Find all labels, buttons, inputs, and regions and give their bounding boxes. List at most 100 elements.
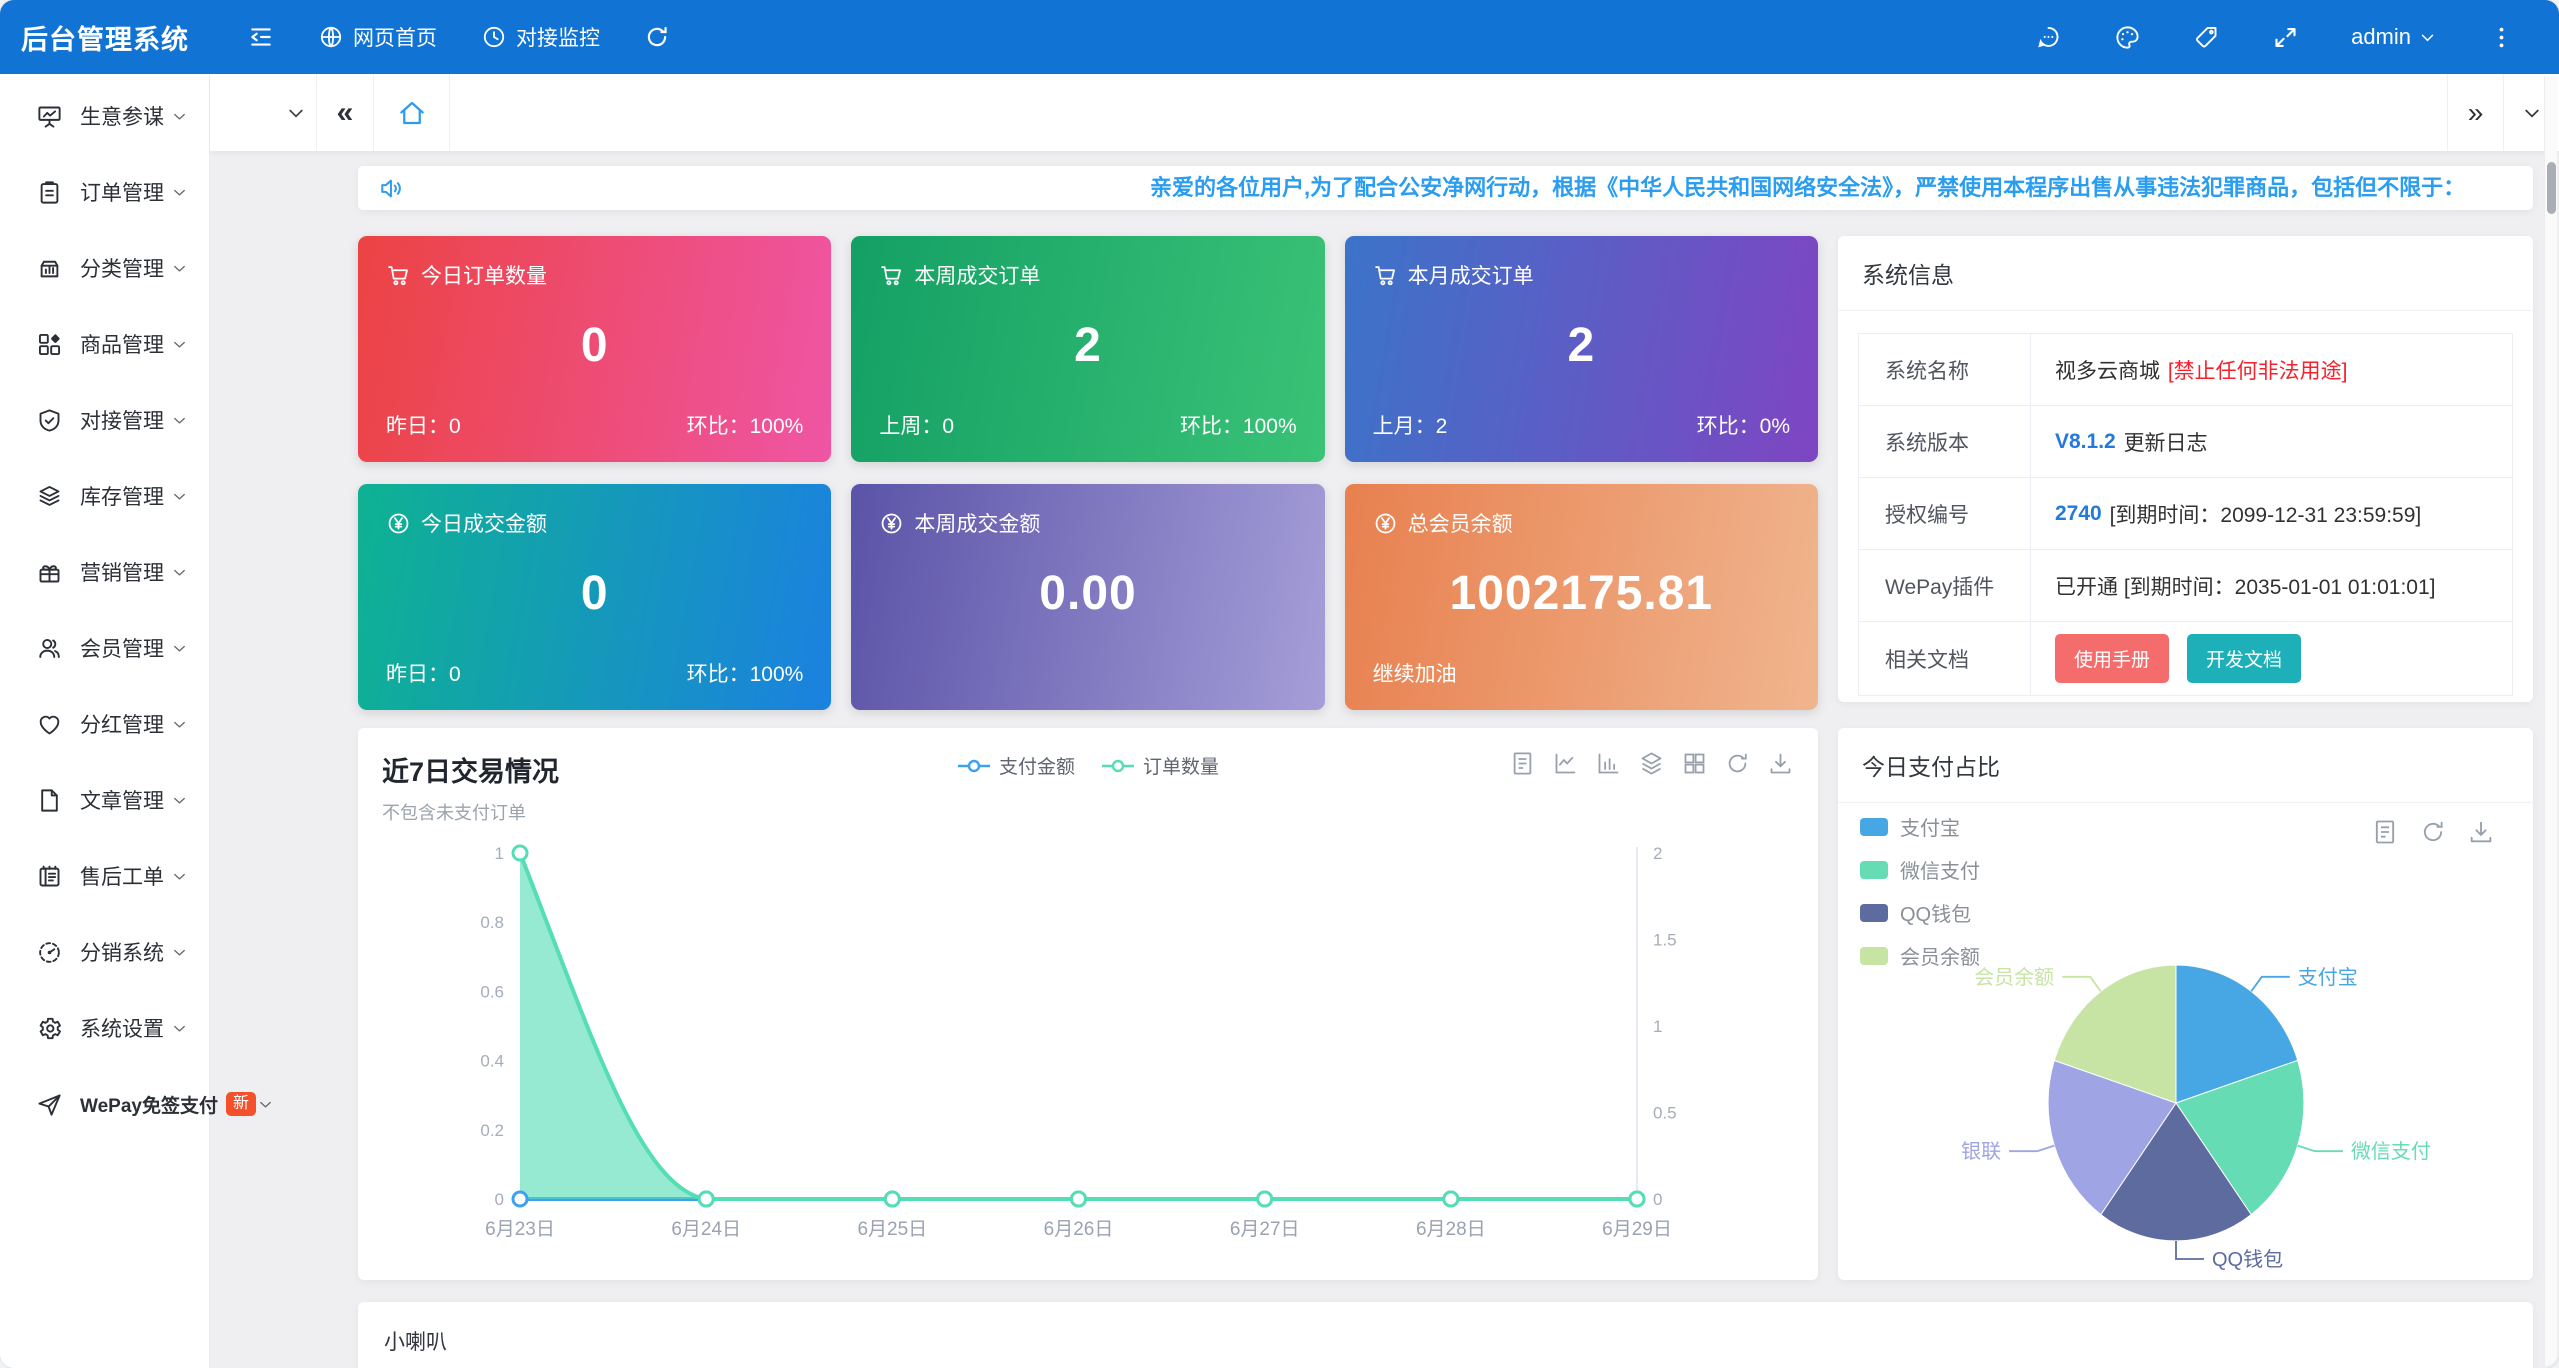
sidebar: 生意参谋订单管理分类管理商品管理对接管理库存管理营销管理会员管理分红管理文章管理… (0, 74, 210, 1368)
stack-icon[interactable] (1638, 750, 1665, 777)
kebab-menu-icon[interactable] (2488, 24, 2515, 51)
yen-icon (1373, 511, 1398, 536)
system-info-value: V8.1.2 更新日志 (2031, 415, 2218, 469)
svg-text:0.8: 0.8 (480, 913, 504, 932)
sidebar-item-business-advisor[interactable]: 生意参谋 (0, 78, 209, 154)
tab-options-button[interactable] (276, 74, 316, 151)
system-info-row: 系统版本V8.1.2 更新日志 (1859, 406, 2512, 478)
sidebar-item-category-management[interactable]: 分类管理 (0, 230, 209, 306)
pie-legend-item[interactable]: 微信支付 (1860, 855, 1980, 884)
line-chart-icon[interactable] (1552, 750, 1579, 777)
data-view-icon[interactable] (1509, 750, 1536, 777)
refresh-button[interactable] (644, 24, 670, 50)
stat-card-footer-left: 上月：2 (1373, 410, 1448, 440)
header-left-nav: 网页首页 对接监控 (248, 22, 670, 52)
system-info-label: 系统版本 (1859, 406, 2031, 477)
pie-legend-item[interactable]: 会员余额 (1860, 941, 1980, 970)
scroll-tabs-left-button[interactable]: « (316, 74, 374, 151)
chevron-down-icon (170, 1019, 189, 1038)
svg-text:6月23日: 6月23日 (485, 1219, 555, 1240)
legend-label: 微信支付 (1900, 855, 1980, 884)
chart-title-block: 近7日交易情况 不包含未支付订单 (382, 750, 559, 825)
pie-legend-item[interactable]: 支付宝 (1860, 812, 1980, 841)
stat-card-4: 今日成交金额0昨日：0环比：100% (358, 484, 831, 710)
sidebar-item-wepay-payment[interactable]: WePay免签支付新 (0, 1066, 209, 1142)
stat-card-title: 总会员余额 (1408, 508, 1513, 538)
stat-card-6: 总会员余额1002175.81继续加油 (1345, 484, 1818, 710)
restore-icon[interactable] (1724, 750, 1751, 777)
system-info-value-segment: 视多云商城 (2055, 355, 2166, 385)
system-info-card: 系统信息 系统名称视多云商城 [禁止任何非法用途]系统版本V8.1.2 更新日志… (1838, 236, 2533, 702)
gauge-icon (36, 939, 63, 966)
sidebar-item-label: 库存管理 (80, 481, 164, 511)
fullscreen-icon[interactable] (2272, 24, 2299, 51)
sidebar-item-inventory-management[interactable]: 库存管理 (0, 458, 209, 534)
sidebar-item-label: 对接管理 (80, 405, 164, 435)
chart-toolbox (1509, 750, 1794, 777)
svg-text:1: 1 (495, 844, 504, 863)
speaker-icon (378, 175, 405, 202)
scrollbar-thumb[interactable] (2547, 162, 2556, 214)
download-icon[interactable] (2467, 818, 2495, 846)
doc-button-manual[interactable]: 使用手册 (2055, 634, 2169, 683)
nav-api-monitor[interactable]: 对接监控 (481, 22, 600, 52)
nav-site-home[interactable]: 网页首页 (318, 22, 437, 52)
sidebar-item-after-sales-ticket[interactable]: 售后工单 (0, 838, 209, 914)
bar-chart-icon[interactable] (1595, 750, 1622, 777)
message-icon[interactable] (2035, 24, 2062, 51)
user-name: admin (2351, 24, 2411, 50)
svg-text:银联: 银联 (1961, 1140, 2001, 1163)
pie-legend-item[interactable]: QQ钱包 (1860, 898, 1980, 927)
download-icon[interactable] (1767, 750, 1794, 777)
sidebar-item-marketing-management[interactable]: 营销管理 (0, 534, 209, 610)
stat-card-header: 今日订单数量 (386, 260, 803, 290)
sidebar-item-article-management[interactable]: 文章管理 (0, 762, 209, 838)
system-info-row: 授权编号2740 [到期时间：2099-12-31 23:59:59] (1859, 478, 2512, 550)
svg-text:QQ钱包: QQ钱包 (2212, 1248, 2283, 1271)
sidebar-item-system-settings[interactable]: 系统设置 (0, 990, 209, 1066)
sidebar-item-label: 售后工单 (80, 861, 164, 891)
legend-item-payment-amount[interactable]: 支付金额 (957, 752, 1075, 779)
stat-card-header: 今日成交金额 (386, 508, 803, 538)
svg-text:6月26日: 6月26日 (1044, 1219, 1114, 1240)
tab-home[interactable] (374, 74, 450, 151)
paper-plane-icon (36, 1091, 63, 1118)
chevron-down-icon (170, 487, 189, 506)
restore-icon[interactable] (2419, 818, 2447, 846)
user-menu[interactable]: admin (2351, 24, 2436, 50)
scroll-tabs-right-button[interactable]: » (2447, 74, 2503, 151)
data-view-icon[interactable] (2371, 818, 2399, 846)
pie-toolbox (2371, 818, 2495, 846)
chevron-down-icon (170, 563, 189, 582)
svg-text:6月24日: 6月24日 (671, 1219, 741, 1240)
sidebar-item-label: 营销管理 (80, 557, 164, 587)
sidebar-item-product-management[interactable]: 商品管理 (0, 306, 209, 382)
stat-cards: 今日订单数量0昨日：0环比：100%本周成交订单2上周：0环比：100%本月成交… (358, 236, 1818, 710)
sidebar-item-integration-management[interactable]: 对接管理 (0, 382, 209, 458)
chevron-down-icon (170, 335, 189, 354)
legend-swatch (1860, 818, 1888, 836)
right-column: 系统信息 系统名称视多云商城 [禁止任何非法用途]系统版本V8.1.2 更新日志… (1838, 236, 2533, 1280)
tiled-icon[interactable] (1681, 750, 1708, 777)
sidebar-item-member-management[interactable]: 会员管理 (0, 610, 209, 686)
sidebar-item-order-management[interactable]: 订单管理 (0, 154, 209, 230)
tag-icon[interactable] (2193, 24, 2220, 51)
grid-icon (36, 331, 63, 358)
palette-icon[interactable] (2114, 24, 2141, 51)
system-info-row: 相关文档使用手册开发文档 (1859, 622, 2512, 695)
system-info-value-segment: 2740 (2055, 502, 2102, 526)
legend-item-order-count[interactable]: 订单数量 (1101, 752, 1219, 779)
stat-card-2: 本周成交订单2上周：0环比：100% (851, 236, 1324, 462)
sidebar-collapse-button[interactable] (248, 24, 274, 50)
sidebar-item-dividend-management[interactable]: 分红管理 (0, 686, 209, 762)
stat-card-value: 0.00 (879, 566, 1296, 621)
chart-title: 近7日交易情况 (382, 750, 559, 789)
sidebar-item-distribution-system[interactable]: 分销系统 (0, 914, 209, 990)
stat-card-header: 本周成交金额 (879, 508, 1296, 538)
svg-text:支付宝: 支付宝 (2298, 966, 2358, 989)
sidebar-item-label: 生意参谋 (80, 101, 164, 131)
app-title: 后台管理系统 (0, 18, 210, 57)
doc-button-dev[interactable]: 开发文档 (2187, 634, 2301, 683)
legend-label: QQ钱包 (1900, 898, 1971, 927)
stat-card-3: 本月成交订单2上月：2环比：0% (1345, 236, 1818, 462)
